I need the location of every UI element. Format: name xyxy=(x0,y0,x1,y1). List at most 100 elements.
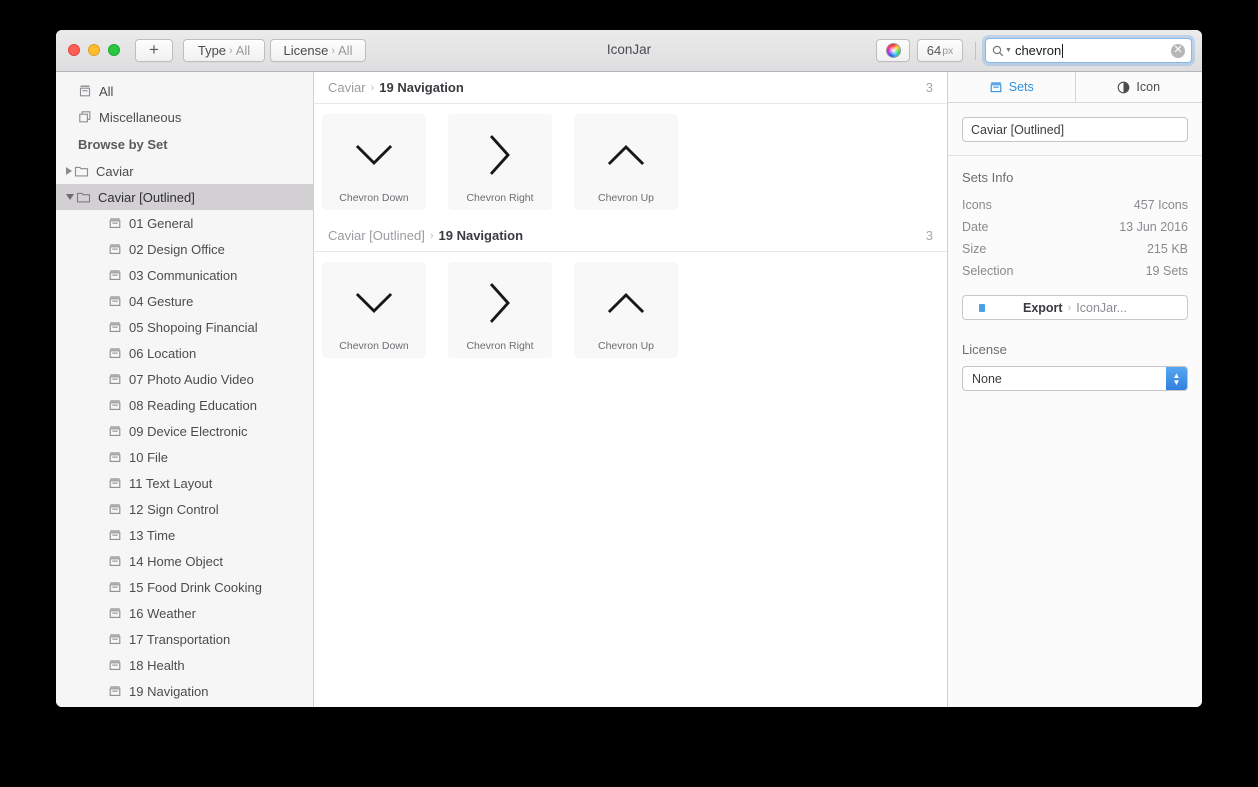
sidebar-set-item[interactable]: 07 Photo Audio Video xyxy=(56,366,313,392)
icon-size-button[interactable]: 64 px xyxy=(917,39,963,62)
info-row: Icons 457 Icons xyxy=(962,194,1188,216)
icon-name-label: Chevron Up xyxy=(597,340,655,352)
icon-glyph xyxy=(346,278,402,328)
icon-tile[interactable]: Chevron Right xyxy=(448,262,552,358)
sidebar-set-item[interactable]: 05 Shopoing Financial xyxy=(56,314,313,340)
set-box-icon xyxy=(109,400,121,410)
set-box-icon xyxy=(109,244,121,254)
icon-name-label: Chevron Up xyxy=(597,192,655,204)
chevron-down-icon xyxy=(355,292,393,314)
sidebar-set-label: 12 Sign Control xyxy=(129,501,219,517)
sidebar-set-item[interactable]: 09 Device Electronic xyxy=(56,418,313,444)
sidebar-set-item[interactable]: 16 Weather xyxy=(56,600,313,626)
sidebar-set-item[interactable]: 04 Gesture xyxy=(56,288,313,314)
search-input[interactable]: ▼ chevron ✕ xyxy=(985,38,1192,63)
color-wheel-icon xyxy=(885,43,901,58)
chevron-right-icon: › xyxy=(370,81,375,94)
sidebar-section-title: Browse by Set xyxy=(78,136,168,152)
sidebar-set-label: 05 Shopoing Financial xyxy=(129,319,258,335)
icon-tile[interactable]: Chevron Right xyxy=(448,114,552,210)
sidebar-folder-caviar[interactable]: Caviar xyxy=(56,158,313,184)
sidebar-set-item[interactable]: 10 File xyxy=(56,444,313,470)
sidebar-set-item[interactable]: 14 Home Object xyxy=(56,548,313,574)
sidebar-set-item[interactable]: 19 Navigation xyxy=(56,678,313,704)
sidebar-set-label: 15 Food Drink Cooking xyxy=(129,579,262,595)
sidebar-set-label: 13 Time xyxy=(129,527,176,543)
group-count-badge: 3 xyxy=(925,80,933,95)
icon-glyph xyxy=(472,278,528,328)
sidebar-set-item[interactable]: 18 Health xyxy=(56,652,313,678)
chevron-right-icon: › xyxy=(429,229,434,242)
icon-glyph xyxy=(598,278,654,328)
group-parent-label: Caviar xyxy=(328,80,366,95)
clear-search-icon[interactable]: ✕ xyxy=(1171,43,1185,58)
set-box-icon xyxy=(109,504,121,514)
sidebar-set-item[interactable]: 15 Food Drink Cooking xyxy=(56,574,313,600)
search-query-text: chevron xyxy=(1014,43,1062,58)
set-box-icon xyxy=(109,556,121,566)
license-select[interactable]: None ▲ ▼ xyxy=(962,366,1188,391)
tab-icon[interactable]: Icon xyxy=(1074,72,1203,102)
sidebar-set-item[interactable]: 01 General xyxy=(56,210,313,236)
color-picker-button[interactable] xyxy=(876,39,910,62)
sidebar-set-label: 16 Weather xyxy=(129,605,196,621)
info-row-label: Date xyxy=(962,220,989,234)
sidebar-set-label: 02 Design Office xyxy=(129,241,225,257)
sidebar-folder-caviar-outlined[interactable]: Caviar [Outlined] xyxy=(56,184,313,210)
icon-name-label: Chevron Right xyxy=(466,340,534,352)
set-name-input[interactable]: Caviar [Outlined] xyxy=(962,117,1188,142)
sidebar-set-item[interactable]: 06 Location xyxy=(56,340,313,366)
sidebar-set-item[interactable]: 12 Sign Control xyxy=(56,496,313,522)
sidebar-set-item[interactable]: 03 Communication xyxy=(56,262,313,288)
chevron-down-icon: ▼ xyxy=(1005,47,1012,54)
search-field-container[interactable]: ▼ chevron ✕ xyxy=(985,38,1192,63)
info-row: Date 13 Jun 2016 xyxy=(962,216,1188,238)
set-box-icon xyxy=(990,82,1002,93)
icon-size-unit: px xyxy=(942,44,954,57)
export-button[interactable]: Export › IconJar... xyxy=(962,295,1188,320)
sidebar-item-label: Miscellaneous xyxy=(99,109,182,125)
icon-name-label: Chevron Down xyxy=(339,340,409,352)
stepper-arrows-icon[interactable]: ▲ ▼ xyxy=(1166,367,1187,390)
icon-tile[interactable]: Chevron Up xyxy=(574,114,678,210)
disclosure-triangle-collapsed-icon[interactable] xyxy=(66,167,72,175)
sidebar-set-label: 11 Text Layout xyxy=(129,475,213,491)
icon-tile[interactable]: Chevron Up xyxy=(574,262,678,358)
info-row-value: 215 KB xyxy=(1146,242,1188,256)
inspector-tabs: Sets Icon xyxy=(948,72,1202,103)
tab-sets[interactable]: Sets xyxy=(948,72,1075,102)
tab-sets-label: Sets xyxy=(1008,80,1034,94)
set-box-icon xyxy=(109,582,121,592)
icon-tile[interactable]: Chevron Down xyxy=(322,262,426,358)
icon-grid: Chevron Down Chevron Right Chevron Up xyxy=(314,252,947,368)
sidebar-set-item[interactable]: 11 Text Layout xyxy=(56,470,313,496)
chevron-right-icon xyxy=(489,135,510,175)
sidebar-set-item[interactable]: 17 Transportation xyxy=(56,626,313,652)
icon-glyph xyxy=(472,130,528,180)
export-target-label: IconJar... xyxy=(1076,300,1127,315)
sidebar-item-all[interactable]: All xyxy=(56,78,313,104)
info-row: Selection 19 Sets xyxy=(962,260,1188,282)
sidebar-set-label: 04 Gesture xyxy=(129,293,194,309)
chevron-down-icon xyxy=(355,144,393,166)
info-row-label: Selection xyxy=(962,264,1014,278)
sidebar-set-item[interactable]: 02 Design Office xyxy=(56,236,313,262)
sidebar-set-item[interactable]: 13 Time xyxy=(56,522,313,548)
group-parent-label: Caviar [Outlined] xyxy=(328,228,425,243)
set-box-icon xyxy=(109,608,121,618)
set-box-icon xyxy=(109,478,121,488)
search-icon xyxy=(992,45,1004,56)
info-row-value: 19 Sets xyxy=(1145,264,1188,278)
icon-tile[interactable]: Chevron Down xyxy=(322,114,426,210)
search-icon-group[interactable]: ▼ xyxy=(992,45,1012,57)
set-box-icon xyxy=(109,374,121,384)
icon-group-header: Caviar › 19 Navigation 3 xyxy=(314,72,947,104)
disclosure-triangle-expanded-icon[interactable] xyxy=(66,194,74,200)
folder-icon xyxy=(74,166,89,177)
icon-name-label: Chevron Right xyxy=(466,192,534,204)
sidebar-item-miscellaneous[interactable]: Miscellaneous xyxy=(56,104,313,130)
text-cursor xyxy=(1062,43,1064,58)
sidebar-set-item[interactable]: 08 Reading Education xyxy=(56,392,313,418)
icon-glyph xyxy=(346,130,402,180)
license-selected-value: None xyxy=(972,371,1002,386)
